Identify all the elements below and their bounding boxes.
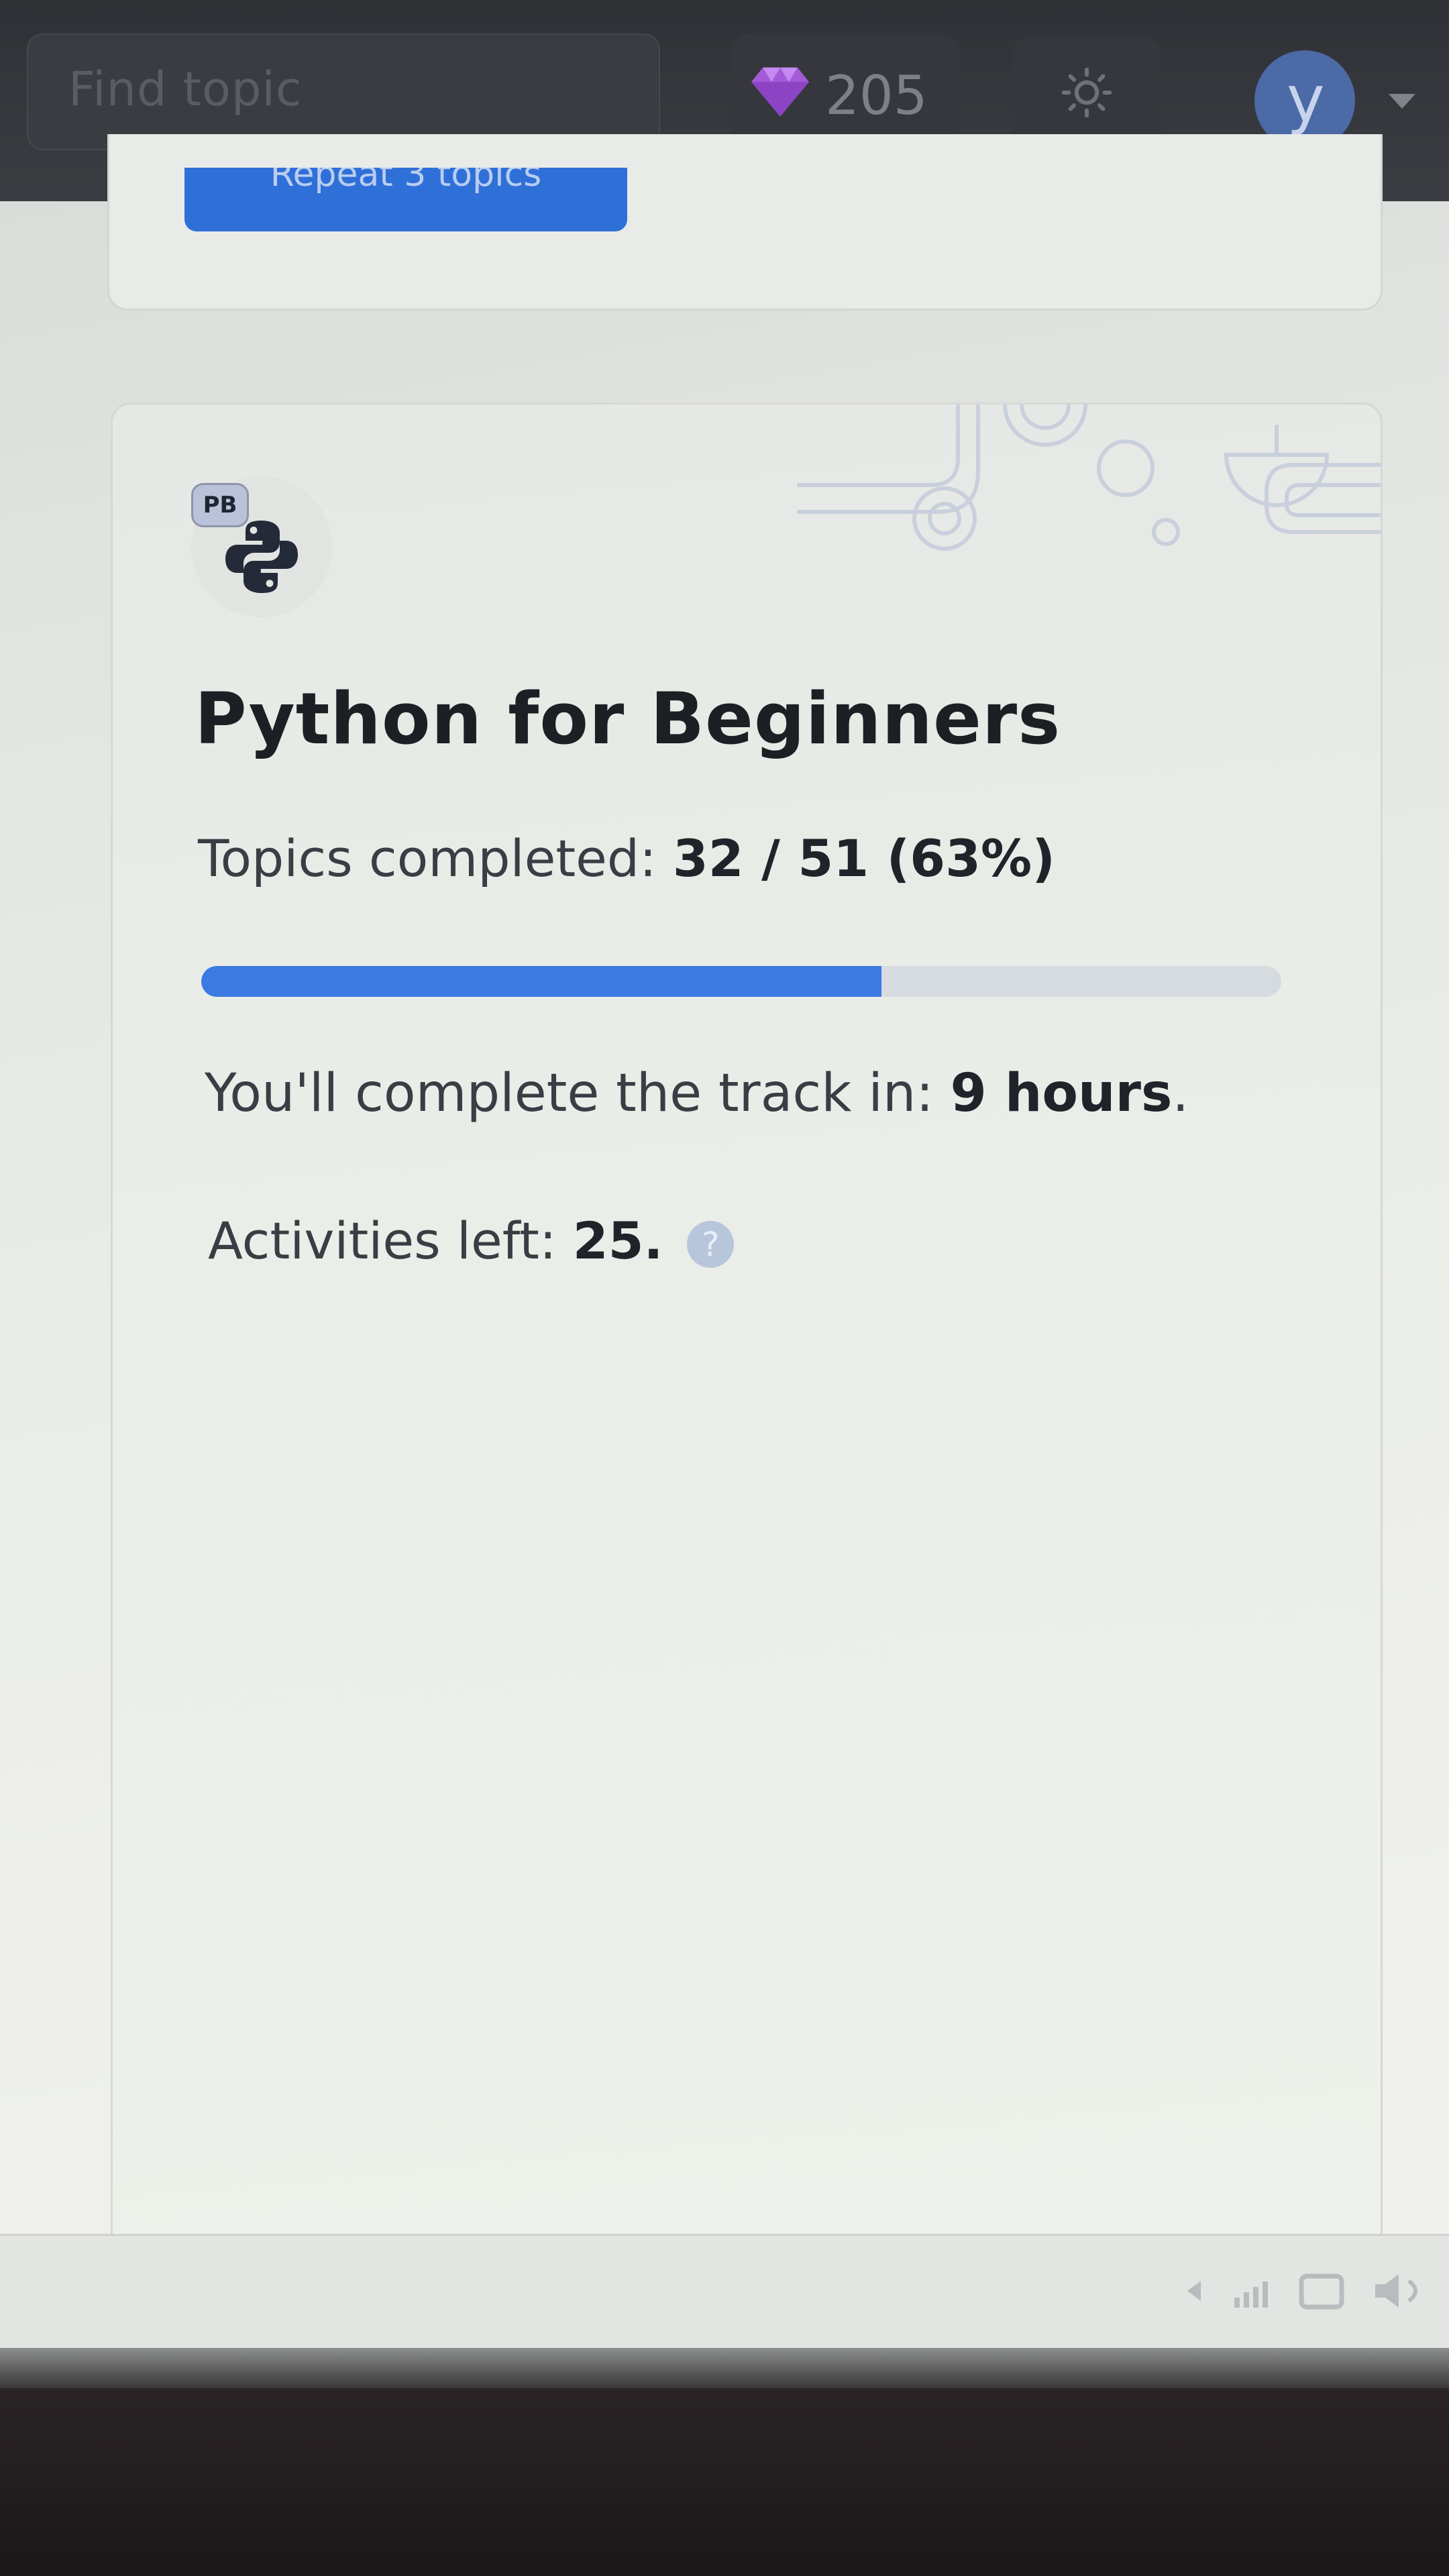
track-progress-fill (201, 966, 882, 997)
monitor-bezel (0, 2348, 1449, 2388)
activities-left: Activities left: 25.? (208, 1211, 735, 1271)
screen: Find topic 205 y 81 (0, 0, 1449, 2375)
signal-icon (1234, 2298, 1240, 2308)
eta-suffix: . (1172, 1063, 1189, 1124)
gem-count: 205 (825, 64, 928, 127)
completion-estimate: You'll complete the track in: 9 hours. (205, 1063, 1189, 1124)
chevron-down-icon[interactable] (1389, 94, 1415, 109)
track-title[interactable]: Python for Beginners (195, 678, 1061, 760)
topics-completed: Topics completed: 32 / 51 (63%) (198, 828, 1055, 888)
gems-counter[interactable]: 205 (731, 34, 959, 148)
theme-toggle-button[interactable] (1013, 37, 1161, 148)
activities-label: Activities left: (208, 1211, 573, 1271)
avatar-initial: y (1287, 62, 1325, 137)
eta-label: You'll complete the track in: (205, 1063, 951, 1124)
chevron-left-icon (1187, 2281, 1201, 2301)
activities-value: 25. (572, 1211, 663, 1271)
eta-value: 9 hours (950, 1063, 1173, 1124)
card-decoration (797, 405, 1381, 551)
topics-label: Topics completed: (198, 828, 673, 888)
gem-icon (751, 67, 809, 117)
help-icon[interactable]: ? (687, 1221, 735, 1268)
battery-icon (1299, 2273, 1344, 2310)
python-logo-icon (225, 521, 298, 593)
topics-value: 32 / 51 (63%) (672, 828, 1055, 888)
background-surface (0, 2388, 1449, 2576)
repeat-topics-button[interactable]: Repeat 3 topics (184, 168, 627, 231)
search-placeholder: Find topic (68, 62, 303, 117)
volume-icon (1375, 2274, 1399, 2308)
search-input[interactable]: Find topic (27, 34, 660, 150)
track-abbreviation-badge: PB (191, 483, 249, 527)
track-progress-bar (201, 966, 1281, 997)
sun-icon (1061, 67, 1112, 118)
system-tray (1187, 2273, 1417, 2310)
